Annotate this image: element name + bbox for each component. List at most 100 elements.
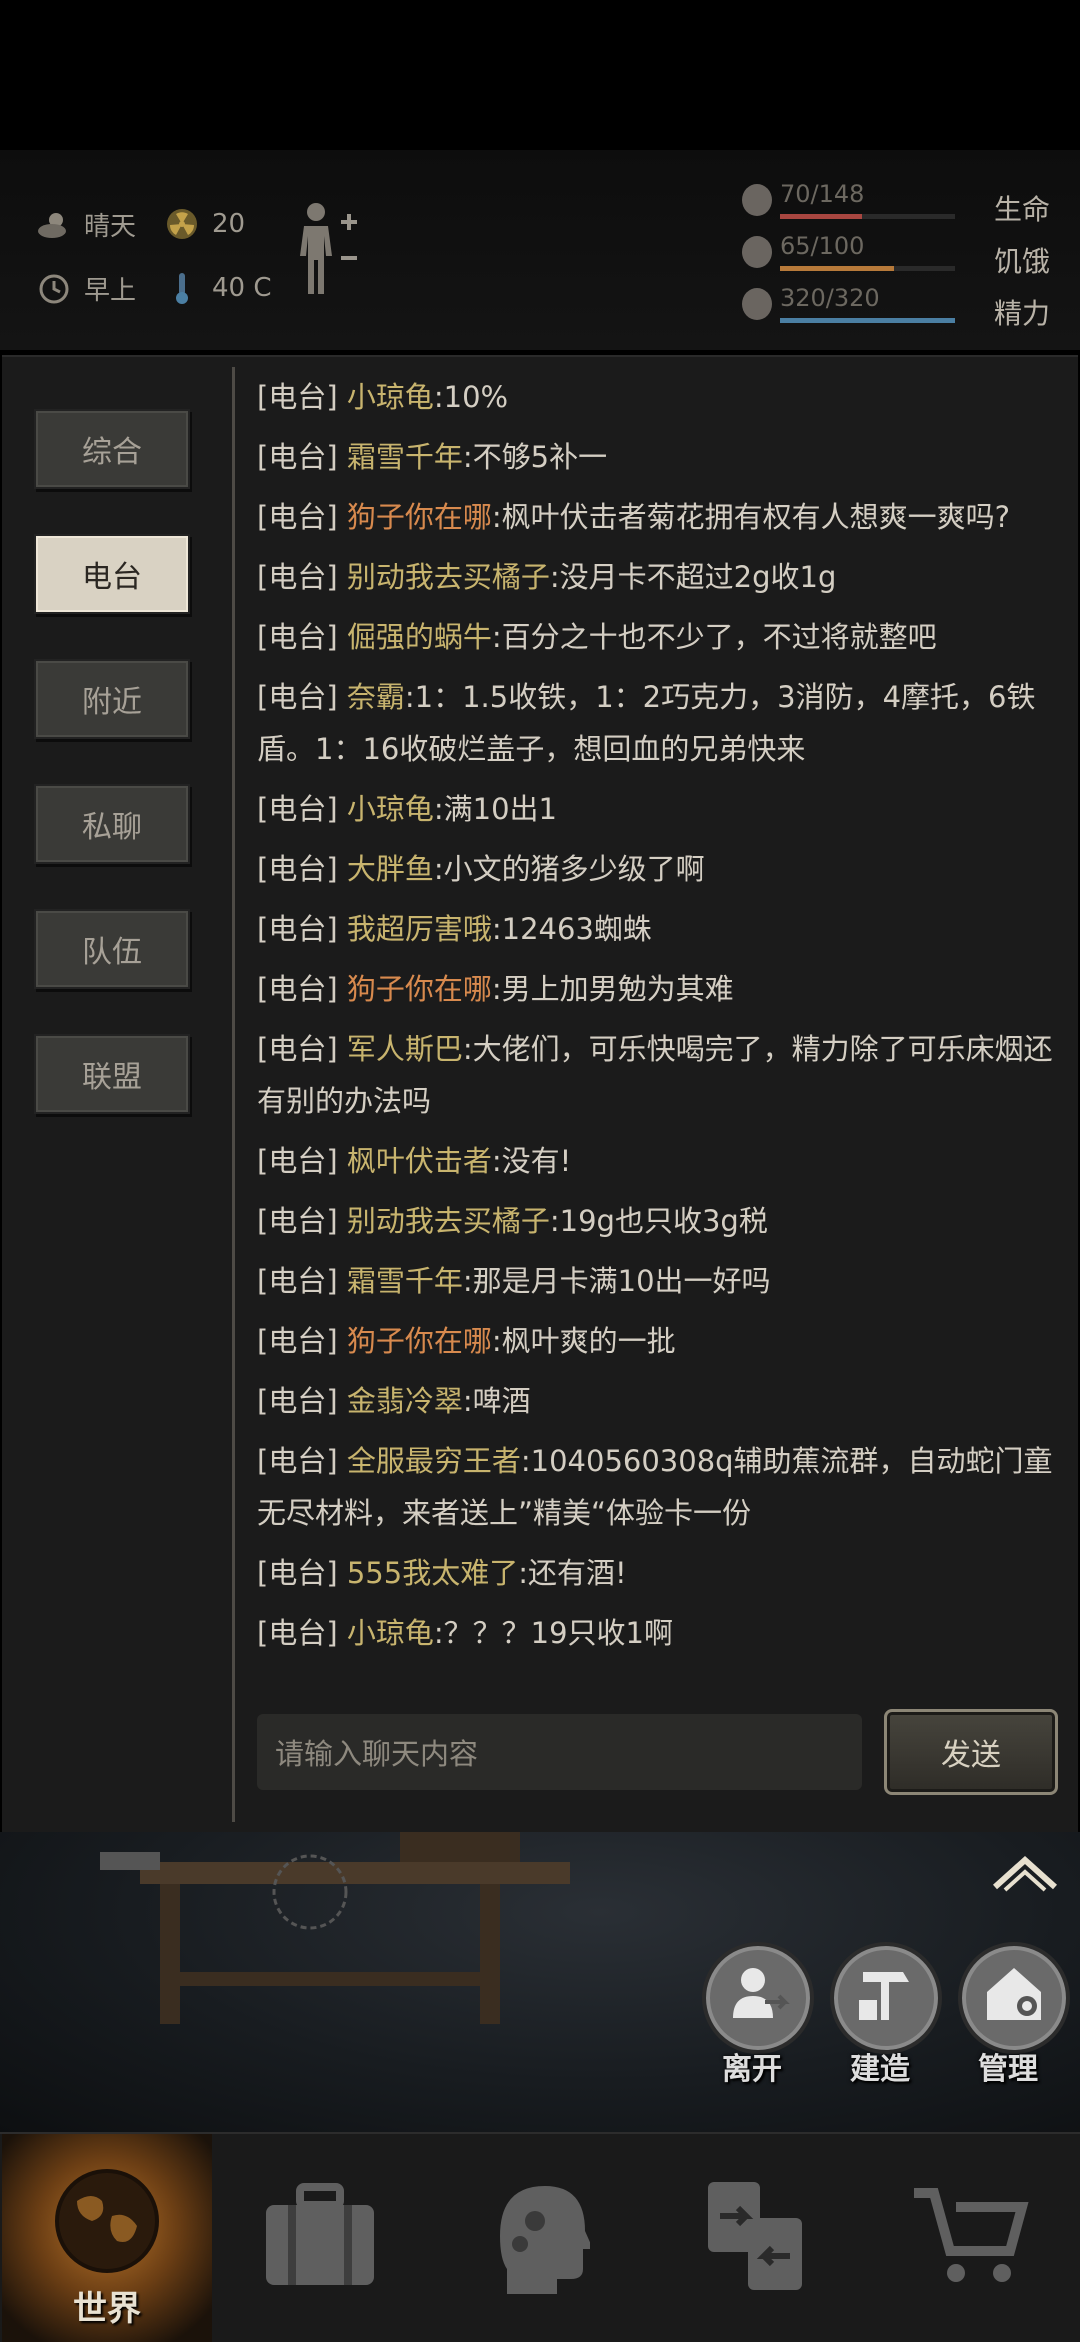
message-sender[interactable]: 555我太难了	[347, 1556, 518, 1590]
stat-bar-label: 精力	[993, 297, 1050, 330]
expand-chevron-icon[interactable]	[990, 1852, 1060, 1892]
chat-message: [电台] 全服最穷王者:1040560308q辅助蕉流群，自动蛇门童无尽材料，来…	[257, 1435, 1057, 1539]
status-header: 晴天 20 早上 40 C 70/148 生命 65/100 饥饿 320/320 精力	[0, 150, 1080, 350]
stat-bar-value: 320/320	[780, 284, 880, 312]
time-stat: 早上	[36, 270, 136, 307]
message-text: :不够5补一	[462, 440, 608, 474]
message-list[interactable]: [电台] 小琼龟:10% [电台] 霜雪千年:不够5补一 [电台] 狗子你在哪:枫叶…	[257, 371, 1057, 1667]
stomach-icon	[740, 232, 774, 272]
message-text: :枫叶爽的一批	[491, 1324, 676, 1358]
exchange-icon	[700, 2176, 810, 2300]
tab-3[interactable]: 私聊	[34, 784, 190, 864]
message-sender[interactable]: 小琼龟	[347, 380, 434, 414]
nav-item-4[interactable]	[865, 2134, 1075, 2342]
brain-icon	[740, 284, 774, 324]
message-text: :？？？19只收1啊	[433, 1616, 673, 1650]
action-label-2: 管理	[978, 2052, 1038, 2087]
stat-bar-2: 320/320 精力	[740, 284, 1050, 336]
time-value: 早上	[84, 276, 137, 306]
temperature-value: 40 C	[212, 273, 272, 303]
message-text: :枫叶伏击者菊花拥有权有人想爽一爽吗?	[491, 500, 1011, 534]
stat-bar-fill	[780, 214, 863, 219]
radiation-icon	[164, 206, 200, 242]
stat-bar-value: 70/148	[780, 180, 865, 208]
chat-message: [电台] 军人斯巴:大佬们，可乐快喝完了，精力除了可乐床烟还有别的办法吗	[257, 1023, 1057, 1127]
stat-bar-1: 65/100 饥饿	[740, 232, 1050, 284]
chat-message: [电台] 狗子你在哪:枫叶爽的一批	[257, 1315, 1057, 1367]
chat-message: [电台] 奈霸:1：1.5收铁，1：2巧克力，3消防，4摩托，6铁盾。1：16收…	[257, 671, 1057, 775]
nav-item-2[interactable]	[430, 2134, 640, 2342]
message-sender[interactable]: 我超厉害哦	[347, 912, 492, 946]
message-text: :19g也只收3g税	[549, 1204, 768, 1238]
message-sender[interactable]: 军人斯巴	[347, 1032, 463, 1066]
nav-item-3[interactable]	[650, 2134, 860, 2342]
message-sender[interactable]: 狗子你在哪	[347, 972, 492, 1006]
weather-value: 晴天	[84, 212, 137, 242]
body-status-icon[interactable]	[296, 200, 366, 304]
message-sender[interactable]: 别动我去买橘子	[347, 1204, 550, 1238]
chat-message: [电台] 别动我去买橘子:19g也只收3g税	[257, 1195, 1057, 1247]
message-sender[interactable]: 狗子你在哪	[347, 1324, 492, 1358]
message-channel: [电台]	[257, 1384, 338, 1418]
clock-icon	[36, 271, 72, 307]
message-channel: [电台]	[257, 1444, 338, 1478]
message-text: :小文的猪多少级了啊	[433, 852, 705, 886]
tab-2[interactable]: 附近	[34, 659, 190, 739]
message-channel: [电台]	[257, 792, 338, 826]
chat-message: [电台] 狗子你在哪:男上加男勉为其难	[257, 963, 1057, 1015]
message-channel: [电台]	[257, 380, 338, 414]
message-text: :百分之十也不少了，不过将就整吧	[491, 620, 937, 654]
cart-icon	[910, 2181, 1030, 2295]
heart-icon	[740, 180, 774, 220]
message-sender[interactable]: 倔强的蜗牛	[347, 620, 492, 654]
message-sender[interactable]: 奈霸	[347, 680, 405, 714]
chat-input[interactable]: 请输入聊天内容	[257, 1714, 862, 1790]
message-sender[interactable]: 小琼龟	[347, 792, 434, 826]
stat-bar-0: 70/148 生命	[740, 180, 1050, 232]
bottom-nav: 世界	[0, 2132, 1080, 2342]
stat-bar-track	[780, 214, 955, 219]
message-text: :10%	[433, 380, 509, 414]
message-sender[interactable]: 小琼龟	[347, 1616, 434, 1650]
message-channel: [电台]	[257, 1144, 338, 1178]
message-channel: [电台]	[257, 1032, 338, 1066]
message-channel: [电台]	[257, 1616, 338, 1650]
tab-0[interactable]: 综合	[34, 409, 190, 489]
action-button-2[interactable]	[958, 1942, 1070, 2054]
message-text: :没月卡不超过2g收1g	[549, 560, 837, 594]
tab-1[interactable]: 电台	[34, 534, 190, 614]
channel-tabs: 综合电台附近私聊队伍联盟	[2, 357, 232, 1832]
radiation-stat: 20	[164, 206, 245, 242]
stat-bar-track	[780, 318, 955, 323]
message-channel: [电台]	[257, 440, 338, 474]
tab-4[interactable]: 队伍	[34, 909, 190, 989]
message-sender[interactable]: 枫叶伏击者	[347, 1144, 492, 1178]
message-text: :满10出1	[433, 792, 557, 826]
message-sender[interactable]: 别动我去买橘子	[347, 560, 550, 594]
nav-item-1[interactable]	[215, 2134, 425, 2342]
message-sender[interactable]: 狗子你在哪	[347, 500, 492, 534]
message-sender[interactable]: 金翡冷翠	[347, 1384, 463, 1418]
temperature-stat: 40 C	[164, 270, 272, 306]
nav-label: 世界	[73, 2289, 141, 2329]
action-button-1[interactable]	[830, 1942, 942, 2054]
globe-icon	[47, 2161, 167, 2285]
message-sender[interactable]: 霜雪千年	[347, 440, 463, 474]
scene-view: 离开 建造 管理	[0, 1832, 1080, 2132]
message-channel: [电台]	[257, 620, 338, 654]
stat-bar-value: 65/100	[780, 232, 865, 260]
tab-5[interactable]: 联盟	[34, 1034, 190, 1114]
chat-panel: 综合 电台 附近 私聊 队伍 联盟 [电台] 小琼龟:10% [电台] 霜雪千年:不够5补一…	[2, 355, 1078, 1832]
message-sender[interactable]: 大胖鱼	[347, 852, 434, 886]
action-button-0[interactable]	[702, 1942, 814, 2054]
stat-bar-label: 生命	[993, 193, 1050, 226]
panel-divider	[232, 367, 235, 1822]
message-sender[interactable]: 全服最穷王者	[347, 1444, 521, 1478]
stat-bar-label: 饥饿	[993, 245, 1050, 278]
message-channel: [电台]	[257, 1556, 338, 1590]
manage-icon	[979, 1958, 1049, 2032]
send-button[interactable]: 发送	[884, 1709, 1058, 1795]
nav-item-0[interactable]: 世界	[2, 2134, 212, 2342]
message-sender[interactable]: 霜雪千年	[347, 1264, 463, 1298]
leave-icon	[723, 1958, 793, 2032]
